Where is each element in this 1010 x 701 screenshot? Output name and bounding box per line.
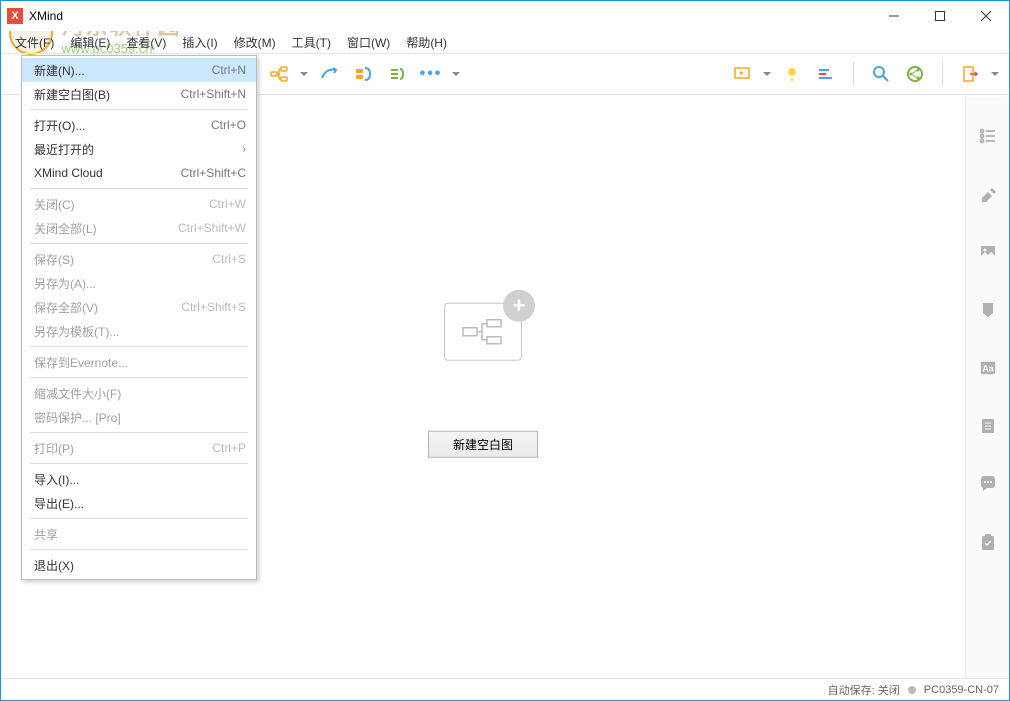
menu-tools[interactable]: 工具(T) <box>284 32 339 53</box>
menu-item-share: 共享 <box>22 522 256 546</box>
menu-item-new[interactable]: 新建(N)...Ctrl+N <box>22 58 256 82</box>
toolbar-brainstorm-btn[interactable] <box>777 59 807 89</box>
toolbar-boundary-btn[interactable] <box>348 59 378 89</box>
image-icon[interactable] <box>977 241 999 263</box>
menu-item-save-all: 保存全部(V)Ctrl+Shift+S <box>22 295 256 319</box>
task-icon[interactable] <box>977 531 999 553</box>
toolbar-more-drop[interactable] <box>450 59 462 89</box>
title-bar: X XMind <box>1 1 1009 31</box>
menu-item-import[interactable]: 导入(I)... <box>22 467 256 491</box>
menu-separator <box>30 463 248 464</box>
notes-icon[interactable] <box>977 415 999 437</box>
menu-item-open[interactable]: 打开(O)...Ctrl+O <box>22 113 256 137</box>
menu-item-password: 密码保护... [Pro] <box>22 405 256 429</box>
toolbar-subtopic-btn[interactable] <box>264 59 294 89</box>
toolbar-export-drop[interactable] <box>989 59 1001 89</box>
close-button[interactable] <box>963 1 1009 31</box>
toolbar-gantt-btn[interactable] <box>811 59 841 89</box>
marker-icon[interactable] <box>977 299 999 321</box>
status-machine: PC0359-CN-07 <box>924 684 999 696</box>
app-icon: X <box>7 8 23 24</box>
mindmap-placeholder-icon: + <box>444 302 522 360</box>
svg-text:Aa: Aa <box>982 364 994 374</box>
menu-item-save-evernote: 保存到Evernote... <box>22 350 256 374</box>
menu-view[interactable]: 查看(V) <box>118 32 174 53</box>
menu-separator <box>30 549 248 550</box>
menu-item-close: 关闭(C)Ctrl+W <box>22 192 256 216</box>
toolbar-separator <box>942 62 943 86</box>
comments-icon[interactable] <box>977 473 999 495</box>
empty-placeholder: + 新建空白图 <box>428 302 538 457</box>
menu-separator <box>30 518 248 519</box>
menu-item-reduce: 缩减文件大小(F) <box>22 381 256 405</box>
toolbar-subtopic-drop[interactable] <box>298 59 310 89</box>
font-icon[interactable]: Aa <box>977 357 999 379</box>
menu-window[interactable]: 窗口(W) <box>339 32 398 53</box>
menu-separator <box>30 432 248 433</box>
file-menu-dropdown: 新建(N)...Ctrl+N 新建空白图(B)Ctrl+Shift+N 打开(O… <box>21 55 257 580</box>
menu-edit[interactable]: 编辑(E) <box>62 32 118 53</box>
toolbar-export-btn[interactable] <box>955 59 985 89</box>
outline-icon[interactable] <box>977 125 999 147</box>
toolbar-summary-btn[interactable] <box>382 59 412 89</box>
status-bar: 自动保存: 关闭 PC0359-CN-07 <box>1 678 1009 700</box>
menu-item-save-as: 另存为(A)... <box>22 271 256 295</box>
toolbar-share-btn[interactable] <box>900 59 930 89</box>
toolbar-relationship-btn[interactable] <box>314 59 344 89</box>
toolbar-present-drop[interactable] <box>761 59 773 89</box>
side-panel: Aa <box>965 97 1009 678</box>
toolbar-more-btn[interactable]: ••• <box>416 59 446 89</box>
menu-item-recent[interactable]: 最近打开的› <box>22 137 256 161</box>
menu-item-print: 打印(P)Ctrl+P <box>22 436 256 460</box>
menu-separator <box>30 346 248 347</box>
menu-item-export[interactable]: 导出(E)... <box>22 491 256 515</box>
status-dot-icon <box>908 686 916 694</box>
toolbar-separator <box>853 62 854 86</box>
minimize-button[interactable] <box>871 1 917 31</box>
menu-item-exit[interactable]: 退出(X) <box>22 553 256 577</box>
new-blank-button[interactable]: 新建空白图 <box>428 430 538 457</box>
toolbar-search-btn[interactable] <box>866 59 896 89</box>
maximize-button[interactable] <box>917 1 963 31</box>
menu-separator <box>30 109 248 110</box>
menu-separator <box>30 377 248 378</box>
menu-item-save-template: 另存为模板(T)... <box>22 319 256 343</box>
menu-item-cloud[interactable]: XMind CloudCtrl+Shift+C <box>22 161 256 185</box>
menu-separator <box>30 243 248 244</box>
menu-file[interactable]: 文件(F) <box>7 32 62 53</box>
chevron-right-icon: › <box>243 144 246 155</box>
menu-separator <box>30 188 248 189</box>
status-autosave: 自动保存: 关闭 <box>828 682 900 698</box>
app-title: XMind <box>29 9 63 23</box>
menu-bar: 文件(F) 编辑(E) 查看(V) 插入(I) 修改(M) 工具(T) 窗口(W… <box>1 31 1009 53</box>
menu-item-save: 保存(S)Ctrl+S <box>22 247 256 271</box>
menu-modify[interactable]: 修改(M) <box>226 32 284 53</box>
menu-item-close-all: 关闭全部(L)Ctrl+Shift+W <box>22 216 256 240</box>
plus-icon: + <box>503 289 535 321</box>
format-icon[interactable] <box>977 183 999 205</box>
toolbar-present-btn[interactable] <box>727 59 757 89</box>
menu-item-new-blank[interactable]: 新建空白图(B)Ctrl+Shift+N <box>22 82 256 106</box>
menu-insert[interactable]: 插入(I) <box>174 32 225 53</box>
menu-help[interactable]: 帮助(H) <box>398 32 455 53</box>
